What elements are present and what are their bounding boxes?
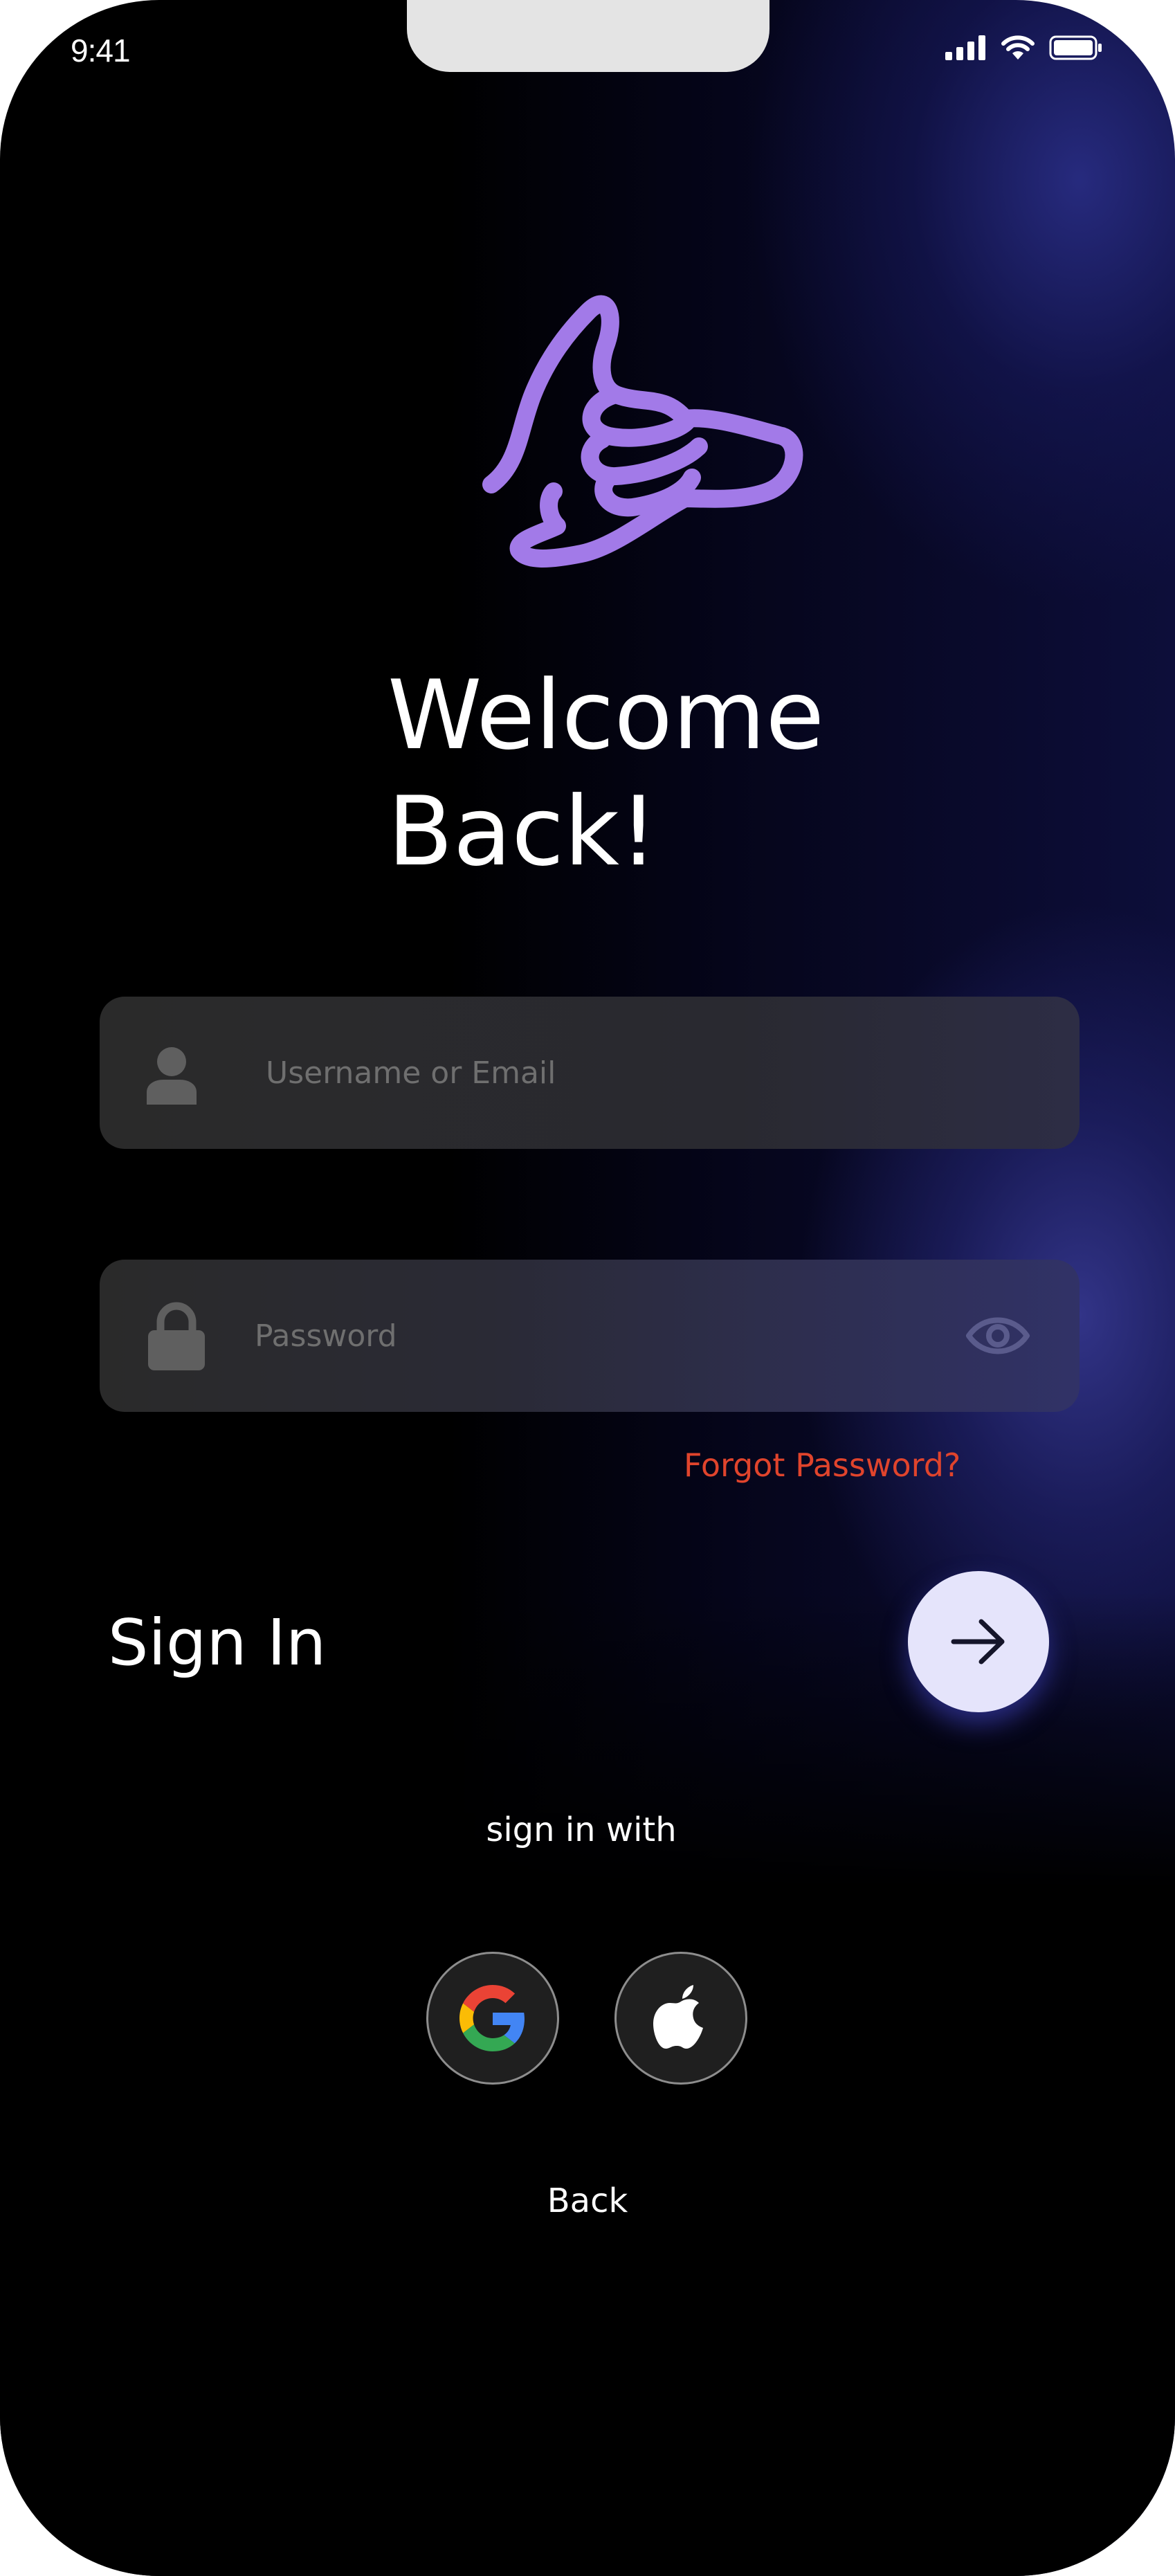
sign-in-submit-button[interactable] (908, 1571, 1049, 1712)
user-icon (147, 1047, 197, 1105)
apple-icon (653, 1985, 703, 2049)
back-link[interactable]: Back (0, 2182, 1175, 2220)
username-field[interactable] (100, 997, 1080, 1149)
sign-in-with-label: sign in with (486, 1811, 677, 1849)
password-field[interactable] (100, 1260, 1080, 1412)
cellular-signal-icon (945, 35, 985, 60)
google-sign-in-button[interactable] (426, 1952, 559, 2085)
username-input[interactable] (264, 1033, 887, 1113)
sign-in-label: Sign In (108, 1606, 327, 1680)
google-icon (459, 1985, 525, 2051)
welcome-title: Welcome Back! (388, 657, 824, 890)
welcome-title-line2: Back! (388, 776, 658, 887)
battery-icon (1049, 35, 1102, 60)
password-input[interactable] (253, 1296, 876, 1376)
shaka-hand-logo (482, 295, 803, 568)
status-bar-icons (945, 35, 1103, 61)
eye-icon[interactable] (965, 1309, 1031, 1362)
welcome-title-line1: Welcome (388, 660, 825, 771)
status-bar-time: 9:41 (71, 33, 131, 69)
forgot-password-link[interactable]: Forgot Password? (684, 1446, 960, 1484)
arrow-right-icon (951, 1619, 1005, 1665)
phone-screen: 9:41 Welcome Back! Username or Email For… (0, 0, 1175, 2576)
device-notch (407, 0, 769, 72)
apple-sign-in-button[interactable] (614, 1952, 747, 2085)
lock-icon (148, 1302, 205, 1370)
wifi-icon (1001, 35, 1035, 60)
